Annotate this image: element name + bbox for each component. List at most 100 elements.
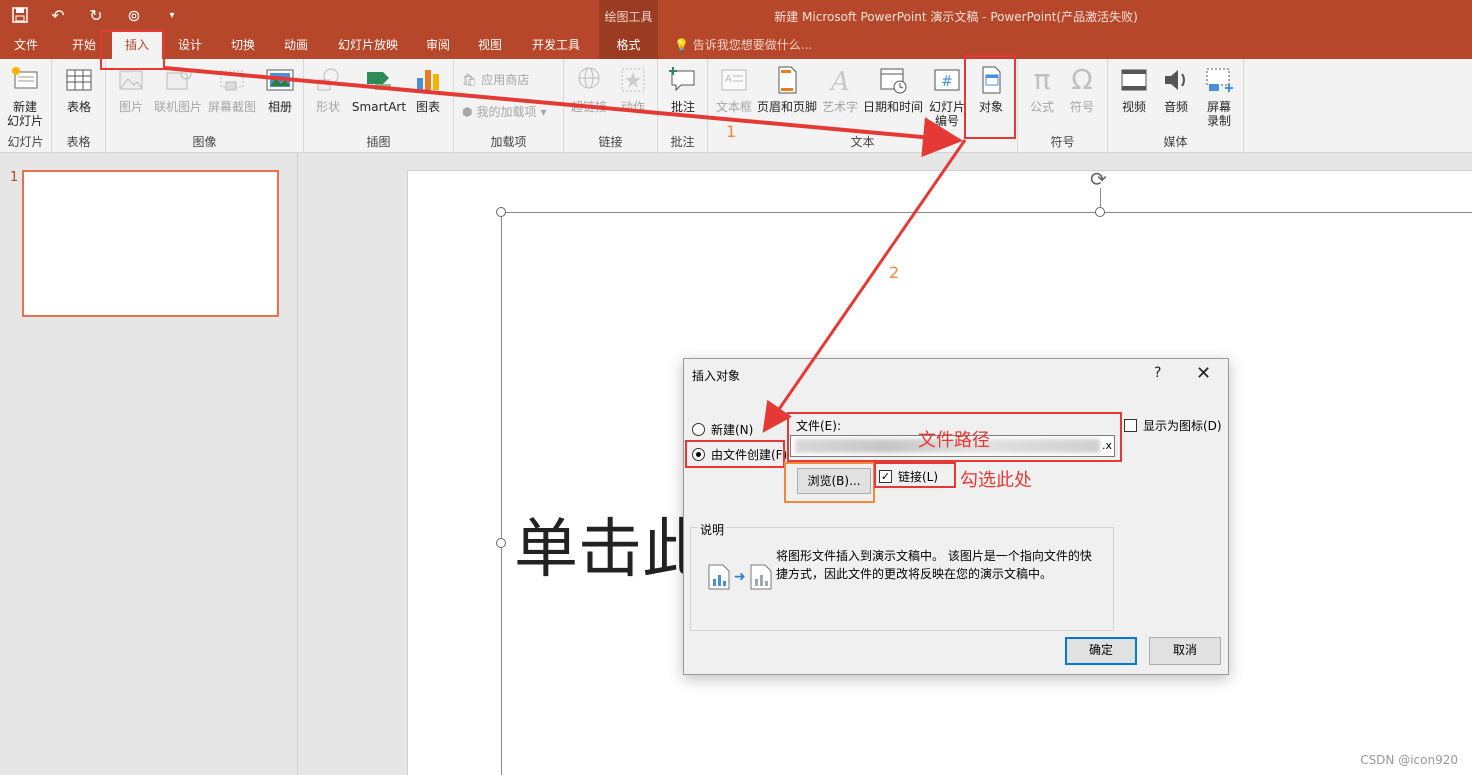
description-text: 将图形文件插入到演示文稿中。 该图片是一个指向文件的快捷方式，因此文件的更改将反… bbox=[776, 549, 1092, 581]
customize-qat-icon[interactable]: ▾ bbox=[160, 4, 184, 26]
watermark: CSDN @icon920 bbox=[1360, 753, 1458, 767]
audio-button[interactable]: 音频 bbox=[1156, 64, 1196, 114]
header-footer-label: 页眉和页脚 bbox=[756, 100, 817, 114]
slide-thumbnail[interactable] bbox=[22, 170, 279, 317]
online-picture-button[interactable]: 联机图片 bbox=[152, 64, 204, 114]
tell-me-text: 告诉我您想要做什么... bbox=[692, 38, 813, 52]
tab-design[interactable]: 设计 bbox=[166, 32, 214, 59]
annotation-box-link bbox=[874, 462, 956, 488]
redo-icon[interactable]: ↻ bbox=[84, 4, 108, 26]
equation-label: 公式 bbox=[1029, 100, 1054, 114]
store-button[interactable]: 🛍 应用商店 bbox=[462, 71, 529, 88]
description-label: 说明 bbox=[698, 521, 727, 538]
star-action-icon bbox=[621, 68, 645, 92]
group-images: 图片 联机图片 屏幕截图 相册 图像 bbox=[106, 59, 304, 153]
resize-handle[interactable] bbox=[496, 538, 506, 548]
chart-button[interactable]: 图表 bbox=[410, 64, 446, 114]
globe-link-icon bbox=[578, 67, 600, 89]
group-label-addins: 加载项 bbox=[490, 135, 527, 149]
slide-number-button[interactable]: # 幻灯片 编号 bbox=[926, 64, 968, 128]
comment-icon bbox=[669, 67, 695, 92]
resize-handle[interactable] bbox=[1095, 207, 1105, 217]
save-icon[interactable] bbox=[8, 4, 32, 26]
textbox-label: 文本框 bbox=[715, 100, 752, 114]
screenshot-icon bbox=[220, 70, 244, 91]
new-slide-button[interactable]: 新建 幻灯片 bbox=[2, 64, 48, 128]
svg-text:A: A bbox=[725, 74, 732, 85]
omega-icon: Ω bbox=[1071, 63, 1093, 96]
textbox-button[interactable]: A 文本框 bbox=[712, 64, 756, 114]
tab-animations[interactable]: 动画 bbox=[272, 32, 320, 59]
resize-handle[interactable] bbox=[496, 207, 506, 217]
header-footer-button[interactable]: 页眉和页脚 bbox=[756, 64, 818, 114]
close-icon[interactable]: ✕ bbox=[1196, 363, 1211, 384]
tab-review[interactable]: 审阅 bbox=[414, 32, 462, 59]
undo-icon[interactable]: ↶ bbox=[46, 4, 70, 26]
group-label-links: 链接 bbox=[598, 135, 623, 149]
equation-button[interactable]: π 公式 bbox=[1024, 63, 1060, 115]
quick-access-toolbar: ↶ ↻ ⊚ ▾ bbox=[8, 4, 184, 26]
datetime-button[interactable]: 日期和时间 bbox=[862, 64, 924, 114]
smartart-label: SmartArt bbox=[351, 100, 407, 114]
screen-record-icon bbox=[1206, 68, 1233, 92]
title-placeholder-text[interactable]: 单击此处添加标题 bbox=[514, 498, 684, 590]
album-icon bbox=[266, 69, 294, 91]
hyperlink-button[interactable]: 超链接 bbox=[568, 64, 610, 114]
shapes-button[interactable]: 形状 bbox=[310, 64, 346, 114]
comment-button[interactable]: 批注 bbox=[664, 64, 702, 114]
audio-label: 音频 bbox=[1163, 100, 1188, 114]
dialog-title: 插入对象 bbox=[692, 369, 741, 383]
my-addins-button[interactable]: ⬢ 我的加载项 ▾ bbox=[462, 103, 547, 120]
tab-developer[interactable]: 开发工具 bbox=[522, 32, 590, 59]
annotation-file-path: 文件路径 bbox=[918, 430, 990, 451]
table-button[interactable]: 表格 bbox=[58, 64, 100, 114]
link-file-icon: ➜ bbox=[708, 564, 772, 590]
shapes-icon bbox=[317, 68, 339, 91]
datetime-label: 日期和时间 bbox=[862, 100, 923, 114]
svg-text:#: # bbox=[941, 74, 953, 90]
title-bar: ↶ ↻ ⊚ ▾ 绘图工具 新建 Microsoft PowerPoint 演示文… bbox=[0, 0, 1472, 32]
cancel-button[interactable]: 取消 bbox=[1149, 637, 1221, 665]
tab-view[interactable]: 视图 bbox=[466, 32, 514, 59]
annotation-step-1: 1 bbox=[726, 122, 737, 141]
video-button[interactable]: 视频 bbox=[1114, 64, 1154, 114]
arrow-right-icon: ➜ bbox=[734, 569, 746, 585]
present-icon[interactable]: ⊚ bbox=[122, 4, 146, 26]
picture-label: 图片 bbox=[118, 100, 143, 114]
tell-me-search[interactable]: 💡 告诉我您想要做什么... bbox=[674, 32, 812, 59]
picture-button[interactable]: 图片 bbox=[114, 64, 148, 114]
smartart-button[interactable]: SmartArt bbox=[350, 64, 408, 114]
annotation-box-insert-tab bbox=[100, 30, 165, 70]
calendar-clock-icon bbox=[880, 68, 907, 94]
online-picture-label: 联机图片 bbox=[153, 100, 202, 114]
my-addins-label: 我的加载项 bbox=[476, 105, 537, 119]
help-button[interactable]: ? bbox=[1154, 365, 1161, 381]
store-icon: 🛍 bbox=[462, 72, 478, 87]
radio-create-new[interactable]: 新建(N) bbox=[692, 421, 753, 438]
speaker-icon bbox=[1165, 70, 1185, 90]
rotate-handle-icon[interactable]: ⟳ bbox=[1090, 167, 1107, 191]
screenshot-button[interactable]: 屏幕截图 bbox=[206, 64, 258, 114]
tab-slideshow[interactable]: 幻灯片放映 bbox=[328, 32, 408, 59]
ok-button[interactable]: 确定 bbox=[1065, 637, 1137, 665]
table-icon bbox=[66, 69, 92, 91]
table-label: 表格 bbox=[66, 100, 91, 114]
action-button[interactable]: 动作 bbox=[614, 64, 652, 114]
file-chart-icon bbox=[750, 564, 772, 590]
tab-file[interactable]: 文件 bbox=[0, 32, 52, 59]
file-chart-icon bbox=[708, 564, 730, 590]
wordart-button[interactable]: A 艺术字 bbox=[820, 64, 860, 114]
group-label-comments: 批注 bbox=[670, 135, 695, 149]
album-label: 相册 bbox=[267, 100, 292, 114]
annotation-box-from-file bbox=[685, 440, 785, 468]
album-button[interactable]: 相册 bbox=[260, 64, 300, 114]
pi-icon: π bbox=[1033, 63, 1051, 96]
display-as-icon-checkbox[interactable]: 显示为图标(D) bbox=[1124, 417, 1222, 434]
symbol-button[interactable]: Ω 符号 bbox=[1064, 63, 1100, 115]
radio-dot bbox=[692, 423, 705, 436]
tab-transitions[interactable]: 切换 bbox=[220, 32, 266, 59]
group-label-slides: 幻灯片 bbox=[7, 135, 44, 149]
screen-recording-button[interactable]: 屏幕 录制 bbox=[1198, 64, 1240, 128]
store-label: 应用商店 bbox=[481, 73, 530, 87]
tab-format[interactable]: 格式 bbox=[599, 32, 658, 59]
